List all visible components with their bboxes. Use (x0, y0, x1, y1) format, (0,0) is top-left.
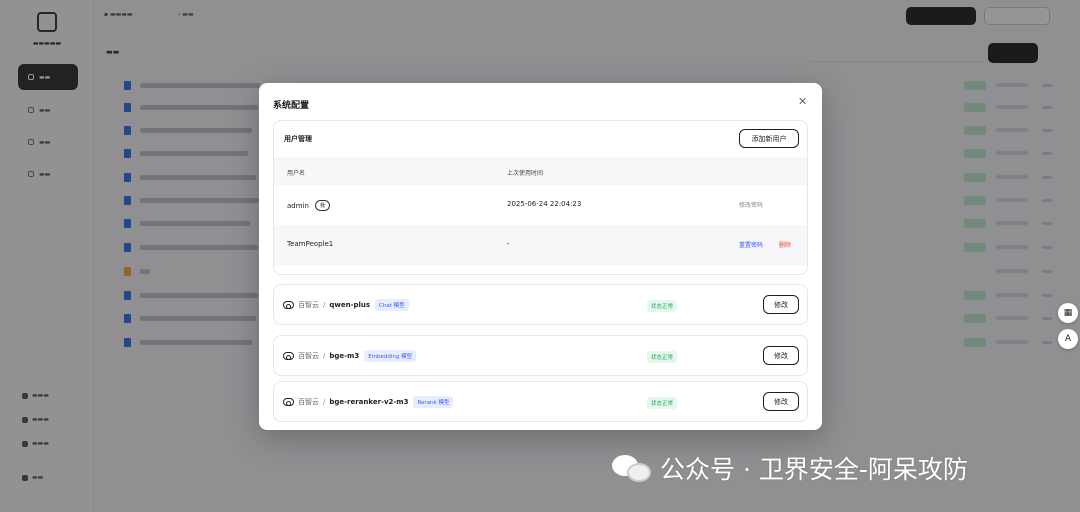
model-separator: / (323, 301, 326, 309)
model-name: qwen-plus (329, 301, 371, 309)
table-row: TeamPeople1 - 重置密码 删除 (274, 225, 807, 265)
model-type-tag: Embedding 模型 (364, 350, 417, 362)
delete-user-link[interactable]: 删除 (779, 240, 791, 249)
model-info: 百智云 / bge-reranker-v2-m3 Rerank 模型 (283, 396, 454, 408)
user-table-header: 用户名 上次使用时间 (274, 157, 807, 185)
close-icon[interactable]: ✕ (798, 96, 807, 107)
model-card-chat: 百智云 / qwen-plus Chat 模型 状态正常 修改 (273, 284, 808, 325)
watermark: 公众号 · 卫界安全-阿呆攻防 (612, 450, 968, 486)
model-provider: 百智云 (298, 301, 319, 309)
model-info: 百智云 / bge-m3 Embedding 模型 (283, 350, 417, 362)
model-separator: / (323, 352, 326, 360)
cloud-icon (283, 301, 294, 309)
last-used-cell: 2025-06-24 22:04:23 (507, 200, 582, 208)
user-management-title: 用户管理 (284, 135, 312, 143)
cloud-icon (283, 352, 294, 360)
model-provider: 百智云 (298, 352, 319, 360)
wechat-icon (612, 453, 652, 483)
status-badge: 状态正常 (647, 300, 678, 312)
status-badge: 状态正常 (647, 351, 678, 363)
edit-model-button[interactable]: 修改 (763, 295, 799, 314)
column-header-username: 用户名 (287, 170, 306, 177)
username: admin (287, 202, 309, 210)
username-cell: admin 我 (287, 200, 330, 211)
watermark-text: 公众号 · 卫界安全-阿呆攻防 (660, 455, 968, 484)
username: TeamPeople1 (287, 240, 334, 248)
model-card-embedding: 百智云 / bge-m3 Embedding 模型 状态正常 修改 (273, 335, 808, 376)
model-name: bge-m3 (329, 352, 360, 360)
user-management-card: 用户管理 添加新用户 用户名 上次使用时间 admin 我 2025-06-24 … (273, 120, 808, 275)
reset-password-link[interactable]: 重置密码 (739, 240, 763, 249)
model-info: 百智云 / qwen-plus Chat 模型 (283, 299, 409, 311)
qr-icon[interactable]: ▦ (1058, 303, 1078, 323)
current-user-badge: 我 (314, 200, 330, 211)
modal-title: 系统配置 (273, 101, 310, 111)
table-row: admin 我 2025-06-24 22:04:23 修改密码 (274, 185, 807, 225)
add-user-button[interactable]: 添加新用户 (739, 129, 799, 148)
system-config-modal: 系统配置 ✕ 用户管理 添加新用户 用户名 上次使用时间 admin 我 2025… (259, 83, 822, 430)
cloud-icon (283, 398, 294, 406)
change-password-link[interactable]: 修改密码 (739, 200, 763, 209)
column-header-last-used: 上次使用时间 (507, 170, 544, 177)
model-type-tag: Chat 模型 (375, 299, 409, 311)
model-separator: / (323, 398, 326, 406)
model-type-tag: Rerank 模型 (413, 396, 454, 408)
model-provider: 百智云 (298, 398, 319, 406)
model-card-rerank: 百智云 / bge-reranker-v2-m3 Rerank 模型 状态正常 … (273, 381, 808, 422)
status-badge: 状态正常 (647, 397, 678, 409)
translate-icon[interactable]: A (1058, 329, 1078, 349)
model-name: bge-reranker-v2-m3 (329, 398, 409, 406)
edit-model-button[interactable]: 修改 (763, 346, 799, 365)
last-used-cell: - (507, 240, 510, 248)
edit-model-button[interactable]: 修改 (763, 392, 799, 411)
